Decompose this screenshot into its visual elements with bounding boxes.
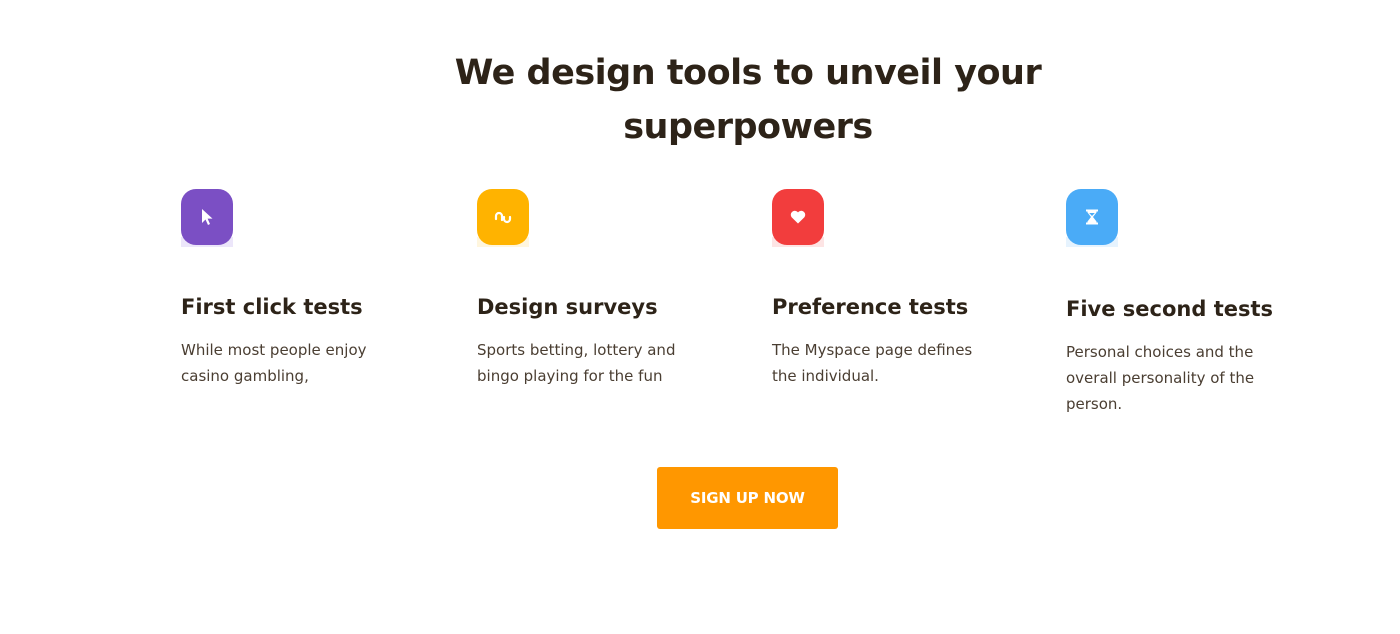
feature-title: Preference tests	[772, 295, 969, 319]
heart-icon	[772, 189, 824, 245]
feature-icon-container	[181, 189, 233, 247]
feature-description: The Myspace page defines the individual.	[772, 341, 973, 385]
headline-line-2: superpowers	[623, 107, 873, 147]
feature-design-surveys: Design surveys Sports betting, lottery a…	[477, 189, 747, 389]
feature-description: Personal choices and the overall persona…	[1066, 343, 1255, 413]
feature-title: First click tests	[181, 295, 363, 319]
section-headline: We design tools to unveil your superpowe…	[448, 46, 1048, 154]
feature-icon-container	[477, 189, 529, 247]
feature-title: Design surveys	[477, 295, 658, 319]
feature-preference-tests: Preference tests The Myspace page define…	[772, 189, 1042, 389]
stumbleupon-icon	[477, 189, 529, 245]
hourglass-icon	[1066, 189, 1118, 245]
cursor-icon	[181, 189, 233, 245]
feature-first-click-tests: First click tests While most people enjo…	[181, 189, 451, 389]
features-section: We design tools to unveil your superpowe…	[0, 0, 1400, 634]
feature-five-second-tests: Five second tests Personal choices and t…	[1066, 189, 1336, 417]
feature-icon-container	[772, 189, 824, 247]
headline-line-1: We design tools to unveil your	[454, 53, 1042, 93]
feature-description: Sports betting, lottery and bingo playin…	[477, 341, 676, 385]
feature-title: Five second tests	[1066, 297, 1274, 321]
feature-description: While most people enjoy casino gambling,	[181, 341, 367, 385]
sign-up-button[interactable]: SIGN UP NOW	[657, 467, 838, 529]
feature-icon-container	[1066, 189, 1118, 247]
